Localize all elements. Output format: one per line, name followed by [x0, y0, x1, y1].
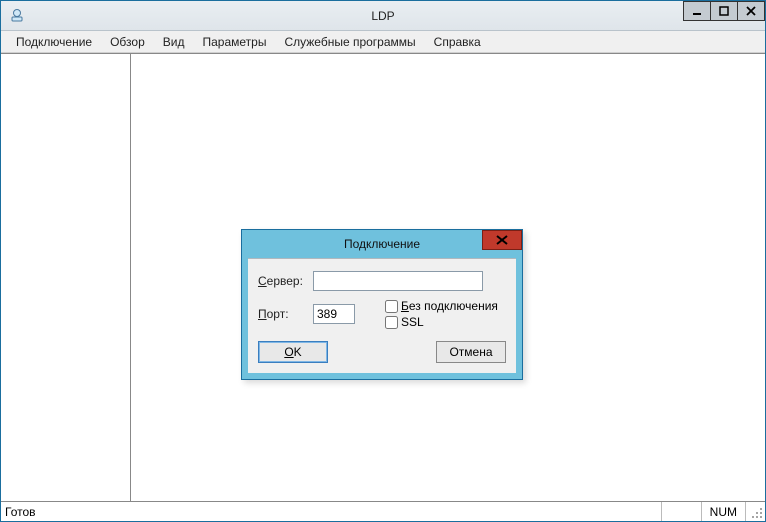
close-button[interactable] [737, 1, 765, 21]
dialog-titlebar: Подключение [242, 230, 522, 258]
connectionless-checkbox[interactable] [385, 300, 398, 313]
server-label: Сервер: [258, 274, 313, 288]
port-input[interactable] [313, 304, 355, 324]
menu-utilities[interactable]: Служебные программы [275, 33, 424, 51]
port-label: Порт: [258, 307, 313, 321]
server-input[interactable] [313, 271, 483, 291]
client-area: Подключение Сервер: Порт: Без под [1, 53, 765, 501]
dialog-title: Подключение [344, 237, 420, 251]
ok-button[interactable]: OK [258, 341, 328, 363]
menu-connection[interactable]: Подключение [7, 33, 101, 51]
titlebar: LDP [1, 1, 765, 31]
cancel-button[interactable]: Отмена [436, 341, 506, 363]
app-title: LDP [1, 9, 765, 23]
app-icon [9, 8, 25, 24]
dialog-close-button[interactable] [482, 230, 522, 250]
maximize-button[interactable] [710, 1, 738, 21]
status-ready: Готов [1, 505, 661, 519]
menu-browse[interactable]: Обзор [101, 33, 154, 51]
ssl-checkbox[interactable] [385, 316, 398, 329]
connect-dialog: Подключение Сервер: Порт: Без под [241, 229, 523, 380]
ssl-label: SSL [401, 315, 424, 329]
menubar: Подключение Обзор Вид Параметры Служебны… [1, 31, 765, 53]
window-controls [684, 1, 765, 21]
resize-grip[interactable] [745, 502, 765, 521]
connectionless-label: Без подключения [401, 299, 498, 313]
status-num: NUM [701, 502, 745, 521]
dialog-body: Сервер: Порт: Без подключения SSL [248, 258, 516, 373]
menu-help[interactable]: Справка [425, 33, 490, 51]
tree-pane[interactable] [1, 54, 131, 501]
app-window: LDP Подключение Обзор Вид Параметры Служ… [0, 0, 766, 522]
connectionless-checkbox-row[interactable]: Без подключения [385, 299, 498, 313]
ssl-checkbox-row[interactable]: SSL [385, 315, 498, 329]
status-cell-empty1 [661, 502, 701, 521]
statusbar: Готов NUM [1, 501, 765, 521]
menu-options[interactable]: Параметры [193, 33, 275, 51]
menu-view[interactable]: Вид [154, 33, 194, 51]
minimize-button[interactable] [683, 1, 711, 21]
